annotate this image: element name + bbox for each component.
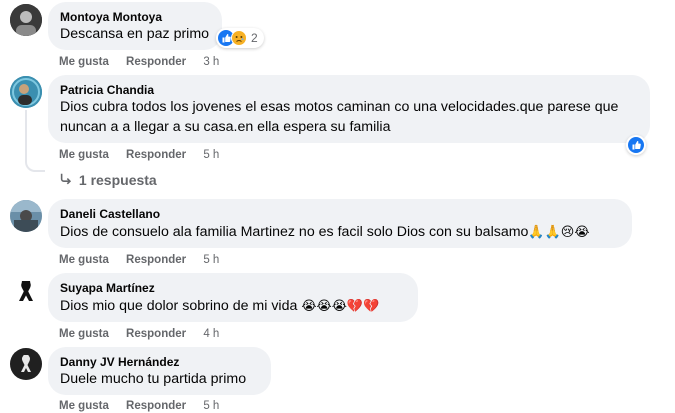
reply-arrow-icon	[59, 171, 75, 189]
replies-count-label[interactable]: 1 respuesta	[79, 172, 157, 188]
reply-button[interactable]: Responder	[126, 400, 186, 412]
comment-author[interactable]: Daneli Castellano	[60, 206, 620, 222]
comment-time[interactable]: 5 h	[203, 149, 219, 161]
comment-text: Dios mio que dolor sobrino de mi vida 😭😭…	[60, 296, 406, 317]
comment-time[interactable]: 5 h	[203, 254, 219, 266]
comment-time[interactable]: 4 h	[203, 328, 219, 340]
comment-actions: Me gusta Responder 5 h	[59, 253, 233, 267]
reaction-summary[interactable]: 2	[216, 28, 264, 48]
avatar[interactable]	[10, 275, 42, 307]
reply-button[interactable]: Responder	[126, 149, 186, 161]
comment-bubble: Suyapa Martínez Dios mio que dolor sobri…	[48, 273, 418, 322]
comment-text-body: Dios de consuelo ala familia Martinez no…	[60, 224, 529, 240]
avatar-photo-icon	[10, 76, 42, 108]
comment-text: Dios de consuelo ala familia Martinez no…	[60, 222, 620, 243]
reaction-summary[interactable]	[626, 135, 646, 155]
like-icon	[628, 137, 644, 153]
like-button[interactable]: Me gusta	[59, 400, 109, 412]
comment-author[interactable]: Patricia Chandia	[60, 82, 638, 98]
avatar-photo-icon	[10, 4, 42, 36]
thread-connector	[25, 110, 45, 172]
comment-bubble: Montoya Montoya Descansa en paz primo	[48, 2, 222, 50]
comment-time[interactable]: 3 h	[203, 56, 219, 68]
comment-time[interactable]: 5 h	[203, 400, 219, 412]
avatar-photo-icon	[10, 348, 42, 380]
comment-actions: Me gusta Responder 4 h	[59, 327, 233, 341]
view-replies-link[interactable]: 1 respuesta	[59, 171, 157, 189]
avatar[interactable]	[10, 200, 42, 232]
like-button[interactable]: Me gusta	[59, 56, 109, 68]
comment-emojis: 🙏🙏😢😭	[528, 224, 590, 239]
comment-text-line-1: Dios cubra todos los jovenes el esas mot…	[60, 99, 619, 115]
comment-text: Descansa en paz primo	[60, 26, 210, 42]
comment-bubble: Danny JV Hernández Duele mucho tu partid…	[48, 347, 271, 395]
avatar[interactable]	[10, 348, 42, 380]
comment-author[interactable]: Danny JV Hernández	[60, 354, 259, 370]
mourning-ribbon-icon	[10, 275, 42, 307]
comment-bubble: Patricia Chandia Dios cubra todos los jo…	[48, 75, 650, 143]
sad-icon	[231, 30, 247, 46]
like-button[interactable]: Me gusta	[59, 328, 109, 340]
avatar-photo-icon	[10, 200, 42, 232]
comment-actions: Me gusta Responder 5 h	[59, 399, 233, 413]
comment-actions: Me gusta Responder 5 h	[59, 148, 233, 162]
comment-emojis: 😭😭😭💔💔	[301, 298, 380, 313]
comment-bubble: Daneli Castellano Dios de consuelo ala f…	[48, 199, 632, 248]
comment-text: Duele mucho tu partida primo	[60, 371, 247, 387]
reply-button[interactable]: Responder	[126, 328, 186, 340]
comment-text-body: Dios mio que dolor sobrino de mi vida	[60, 298, 298, 314]
reaction-count: 2	[251, 31, 258, 45]
like-button[interactable]: Me gusta	[59, 254, 109, 266]
reply-button[interactable]: Responder	[126, 254, 186, 266]
avatar[interactable]	[10, 76, 42, 108]
comment-actions: Me gusta Responder 3 h	[59, 55, 233, 69]
reply-button[interactable]: Responder	[126, 56, 186, 68]
like-button[interactable]: Me gusta	[59, 149, 109, 161]
avatar[interactable]	[10, 4, 42, 36]
comment-author[interactable]: Suyapa Martínez	[60, 280, 406, 296]
comment-text-line-2: nuncan a a llegar a su casa.en ella espe…	[60, 118, 391, 135]
comment-author[interactable]: Montoya Montoya	[60, 9, 210, 25]
